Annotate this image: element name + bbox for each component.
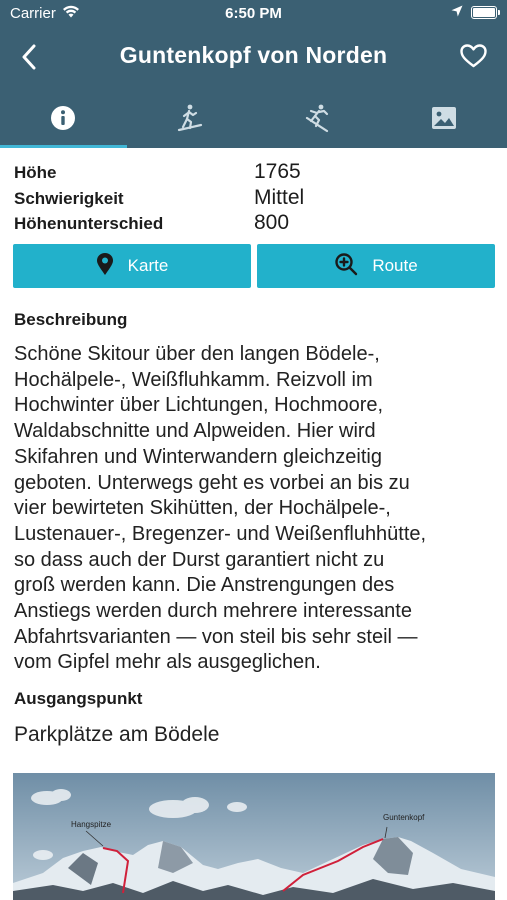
image-icon [431, 106, 457, 135]
description-line: Waldabschnitte und Alpweiden. Hier wird [14, 420, 376, 443]
description-line: Lustenauer-, Bregenzer- und Weißenfluhhü… [14, 522, 427, 545]
start-point-heading: Ausgangspunkt [14, 689, 143, 708]
photo-label: Guntenkopf [383, 813, 425, 822]
description-line: vom Gipfel mehr als ausgeglichen. [14, 651, 321, 674]
skier-descent-icon [302, 103, 332, 138]
ski-ascent-icon [175, 103, 205, 138]
fact-row-difficulty: Schwierigkeit Mittel [14, 186, 494, 212]
fact-label: Schwierigkeit [14, 188, 124, 208]
start-point-text: Parkplätze am Bödele [14, 723, 220, 746]
description-line: Skifahren und Winterwandern gleichzeitig [14, 445, 382, 468]
route-button-label: Route [372, 256, 418, 275]
tab-descent[interactable] [254, 92, 381, 148]
route-button[interactable]: Route [257, 244, 495, 288]
status-time: 6:50 PM [225, 5, 282, 22]
chevron-left-icon [21, 44, 37, 75]
description-line: Hochwinter über Lichtungen, Hochmoore, [14, 394, 384, 417]
fact-label: Höhe [14, 163, 57, 182]
description-text: Schöne Skitour über den langen Bödele-, … [14, 342, 494, 676]
tab-ascent[interactable] [127, 92, 254, 148]
fact-value: 800 [254, 211, 290, 234]
fact-value: 1765 [254, 160, 301, 183]
page-title: Guntenkopf von Norden [119, 42, 388, 68]
map-button[interactable]: Karte [13, 244, 251, 288]
status-bar: Carrier 6:50 PM [0, 0, 507, 28]
detail-content[interactable]: Höhe 1765 Schwierigkeit Mittel Höhenunte… [0, 148, 507, 900]
info-icon [50, 105, 76, 136]
fact-row-height: Höhe 1765 [14, 160, 494, 186]
fact-label: Höhenunterschied [14, 214, 164, 233]
map-pin-icon [96, 252, 114, 281]
route-photo[interactable]: Hangspitze Guntenkopf [13, 773, 495, 900]
description-heading: Beschreibung [14, 310, 128, 329]
description-line: groß werden kann. Die Anstrengungen des [14, 574, 395, 597]
favorite-button[interactable] [457, 42, 489, 74]
description-line: Hochälpele-, Weißfluhkamm. Reizvoll im [14, 368, 373, 391]
action-buttons: Karte Route [13, 244, 495, 288]
tab-gallery[interactable] [380, 92, 507, 148]
fact-value: Mittel [254, 185, 305, 209]
photo-label: Hangspitze [71, 820, 112, 829]
tab-info[interactable] [0, 92, 127, 148]
tab-bar [0, 92, 507, 148]
heart-icon [459, 43, 487, 73]
description-line: Abfahrtsvarianten — von steil bis sehr s… [14, 625, 418, 648]
zoom-in-icon [334, 252, 358, 281]
description-line: Anstiegs werden durch mehrere interessan… [14, 600, 412, 623]
app-header: Carrier 6:50 PM Guntenkopf von Norden [0, 0, 507, 148]
navigation-bar: Guntenkopf von Norden [0, 30, 507, 86]
description-line: Schöne Skitour über den langen Bödele-, [14, 343, 380, 365]
description-line: geboten. Unterwegs geht es vorbei an bis… [14, 471, 410, 494]
back-button[interactable] [12, 42, 46, 76]
location-arrow-icon [451, 4, 463, 21]
fact-row-elevation-gain: Höhenunterschied 800 [14, 211, 494, 237]
description-line: vier bewirteten Skihütten, der Hochälpel… [14, 497, 391, 520]
battery-icon [471, 6, 500, 19]
description-line: so dass auch der Durst garantiert nicht … [14, 548, 385, 571]
facts-table: Höhe 1765 Schwierigkeit Mittel Höhenunte… [14, 160, 494, 237]
map-button-label: Karte [127, 256, 169, 275]
